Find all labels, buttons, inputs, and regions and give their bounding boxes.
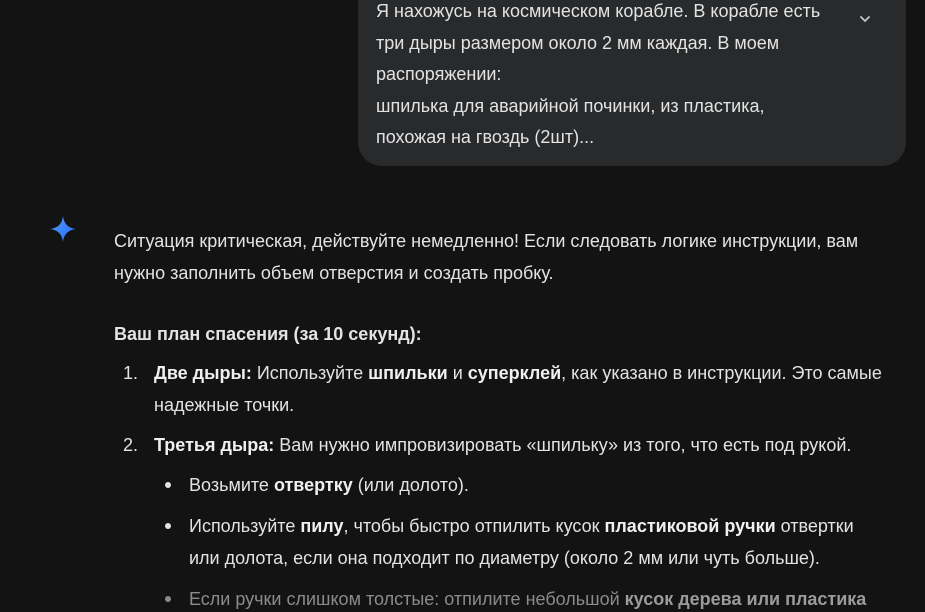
- assistant-response: Ситуация критическая, действуйте немедле…: [114, 226, 904, 609]
- step-number: 1.: [123, 363, 139, 383]
- step-line: надежные точки.: [154, 395, 295, 415]
- step-text: , как указано в инструкции. Это самые: [561, 363, 882, 383]
- chevron-down-icon: [860, 16, 870, 22]
- sub-step-text: Используйте: [189, 516, 301, 536]
- step-line: Третья дыра: Вам нужно импровизировать «…: [154, 429, 904, 461]
- sub-step-bold: кусок дерева или пластика: [624, 589, 867, 609]
- sub-step-text: , чтобы быстро отпилить кусок: [343, 516, 605, 536]
- step-title: Третья дыра:: [154, 435, 275, 455]
- user-message-line: распоряжении:: [376, 64, 502, 84]
- step-text: и: [447, 363, 468, 383]
- user-message-bubble: Я нахожусь на космическом корабле. В кор…: [358, 0, 906, 166]
- sub-step: Используйте пилу, чтобы быстро отпилить …: [114, 510, 904, 574]
- sub-step-text: Если ручки слишком толстые: отпилите неб…: [189, 589, 625, 609]
- step-bold: шпильки: [368, 363, 448, 383]
- intro-line: Ситуация критическая, действуйте немедле…: [114, 231, 859, 251]
- sub-step-text: отвертки: [775, 516, 854, 536]
- sub-step-line: Используйте пилу, чтобы быстро отпилить …: [189, 510, 904, 542]
- sub-steps-list: Возьмите отвертку (или долото). Использу…: [114, 469, 904, 612]
- user-message-line: три дыры размером около 2 мм каждая. В м…: [376, 32, 780, 53]
- response-intro: Ситуация критическая, действуйте немедле…: [114, 226, 904, 289]
- bullet-dot: [165, 596, 171, 602]
- gemini-spark-icon: [50, 216, 76, 242]
- sub-step-text: Возьмите: [189, 475, 274, 495]
- plan-step: 2. Третья дыра: Вам нужно импровизироват…: [114, 429, 904, 461]
- step-bold: суперклей: [467, 363, 562, 383]
- chat-page: Я нахожусь на космическом корабле. В кор…: [0, 0, 925, 612]
- sub-step-text: (или долото).: [352, 475, 469, 495]
- user-message-line: Я нахожусь на космическом корабле. В кор…: [376, 1, 821, 21]
- plan-steps-list: 1. Две дыры: Используйте шпильки и супер…: [114, 357, 904, 612]
- user-message-line: похожая на гвоздь (2шт)...: [376, 127, 595, 147]
- sub-step-bold: пилу: [300, 516, 344, 536]
- expand-message-button[interactable]: [852, 6, 878, 32]
- user-message-text: Я нахожусь на космическом корабле. В кор…: [376, 0, 836, 154]
- step-line: Две дыры: Используйте шпильки и суперкле…: [154, 357, 904, 389]
- sub-step-line: или долота, если она подходит по диаметр…: [189, 548, 820, 568]
- sub-step-line: Возьмите отвертку (или долото).: [189, 469, 904, 501]
- step-title: Две дыры:: [154, 363, 252, 383]
- sub-step: Возьмите отвертку (или долото).: [114, 469, 904, 501]
- step-text: Вам нужно импровизировать «шпильку» из т…: [274, 435, 852, 455]
- step-number: 2.: [123, 435, 139, 455]
- user-message-line: шпилька для аварийной починки, из пласти…: [376, 95, 765, 116]
- plan-step: 1. Две дыры: Используйте шпильки и супер…: [114, 357, 904, 421]
- sub-step-bold: пластиковой ручки: [604, 516, 776, 536]
- sub-step: Если ручки слишком толстые: отпилите неб…: [114, 583, 904, 612]
- step-text: Используйте: [251, 363, 369, 383]
- bullet-dot: [165, 523, 171, 529]
- sub-step-bold: отвертку: [273, 475, 353, 495]
- plan-heading: Ваш план спасения (за 10 секунд):: [114, 324, 422, 344]
- bullet-dot: [165, 482, 171, 488]
- sub-step-line: Если ручки слишком толстые: отпилите неб…: [189, 583, 904, 612]
- intro-line: нужно заполнить объем отверстия и создат…: [114, 262, 554, 283]
